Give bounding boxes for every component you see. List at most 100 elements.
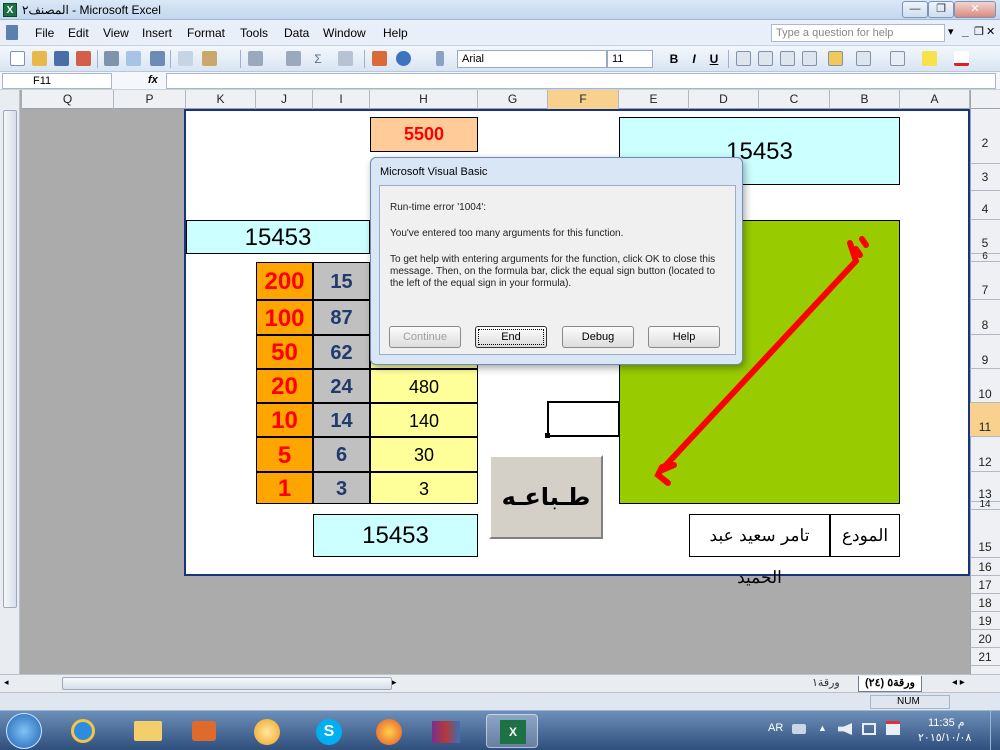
- count-cell[interactable]: 62: [313, 335, 370, 369]
- doc-minimize-button[interactable]: _: [962, 24, 969, 38]
- media-player-icon[interactable]: [178, 714, 230, 748]
- value-cell[interactable]: 480: [370, 369, 478, 403]
- row-header-12[interactable]: 12: [970, 437, 1000, 472]
- hyperlink-icon[interactable]: [286, 51, 301, 66]
- column-header-p[interactable]: P: [114, 90, 186, 109]
- row-header-16[interactable]: 16: [970, 558, 1000, 576]
- file-explorer-icon[interactable]: [122, 714, 174, 748]
- column-header-a[interactable]: A: [900, 90, 970, 109]
- row-header-9[interactable]: 9: [970, 335, 1000, 369]
- insert-function-icon[interactable]: fx: [148, 74, 158, 86]
- save-icon[interactable]: [54, 51, 69, 66]
- total-left-cell[interactable]: 15453: [186, 220, 370, 254]
- doc-restore-button[interactable]: ❐: [974, 25, 984, 38]
- value-cell[interactable]: 3: [370, 472, 478, 504]
- sheet-tab-active[interactable]: ورقة٥ (٢٤): [858, 676, 922, 692]
- help-icon[interactable]: [396, 51, 411, 66]
- help-search-input[interactable]: Type a question for help: [771, 24, 945, 42]
- borders-icon[interactable]: [890, 51, 905, 66]
- font-color-icon[interactable]: [954, 51, 969, 66]
- row-header-7[interactable]: 7: [970, 262, 1000, 300]
- continue-button[interactable]: Continue: [389, 326, 461, 348]
- column-header-c[interactable]: C: [759, 90, 830, 109]
- help-button[interactable]: Help: [648, 326, 720, 348]
- action-center-flag-icon[interactable]: [886, 721, 900, 735]
- underline-button[interactable]: U: [705, 50, 723, 68]
- total-bottom-cell[interactable]: 15453: [313, 514, 478, 557]
- ltr-direction-icon[interactable]: [856, 51, 871, 66]
- keyboard-icon[interactable]: [792, 724, 806, 734]
- menu-format[interactable]: Format: [187, 26, 225, 40]
- menu-edit[interactable]: Edit: [68, 26, 89, 40]
- count-cell[interactable]: 15: [313, 262, 370, 300]
- doc-close-button[interactable]: ✕: [986, 25, 995, 38]
- end-button[interactable]: End: [475, 326, 547, 348]
- count-cell[interactable]: 24: [313, 369, 370, 403]
- column-header-j[interactable]: J: [256, 90, 313, 109]
- header-top-cell[interactable]: 5500: [370, 117, 478, 152]
- row-header-17[interactable]: 17: [970, 576, 1000, 594]
- scroll-left-icon[interactable]: ◂: [4, 677, 9, 688]
- winrar-icon[interactable]: [420, 714, 472, 748]
- column-header-d[interactable]: D: [689, 90, 759, 109]
- vertical-scroll-thumb[interactable]: [3, 110, 17, 608]
- value-cell[interactable]: 140: [370, 403, 478, 437]
- show-hidden-icons[interactable]: ▲: [818, 723, 827, 733]
- network-icon[interactable]: [862, 723, 876, 735]
- denomination-cell[interactable]: 1: [256, 472, 313, 504]
- debug-button[interactable]: Debug: [562, 326, 634, 348]
- name-box[interactable]: F11: [2, 73, 112, 89]
- menu-insert[interactable]: Insert: [142, 26, 172, 40]
- toolbar-options-icon[interactable]: [436, 51, 444, 66]
- rtl-direction-icon[interactable]: [828, 51, 843, 66]
- merge-center-icon[interactable]: [802, 51, 817, 66]
- permission-icon[interactable]: [76, 51, 91, 66]
- count-cell[interactable]: 87: [313, 300, 370, 335]
- menu-data[interactable]: Data: [284, 26, 309, 40]
- help-dropdown-icon[interactable]: ▾: [948, 25, 954, 38]
- menu-view[interactable]: View: [103, 26, 129, 40]
- row-header-8[interactable]: 8: [970, 300, 1000, 335]
- select-all-corner[interactable]: [970, 90, 1000, 109]
- align-left-icon[interactable]: [736, 51, 751, 66]
- chart-wizard-icon[interactable]: [372, 51, 387, 66]
- column-header-i[interactable]: I: [313, 90, 370, 109]
- skype-icon[interactable]: S: [302, 714, 354, 748]
- count-cell[interactable]: 3: [313, 472, 370, 504]
- print-preview-icon[interactable]: [126, 51, 141, 66]
- minimize-button[interactable]: —: [902, 1, 928, 18]
- close-button[interactable]: ✕: [954, 1, 996, 18]
- print-button[interactable]: طـباعـه: [489, 455, 603, 539]
- menu-tools[interactable]: Tools: [240, 26, 268, 40]
- denomination-cell[interactable]: 100: [256, 300, 313, 335]
- value-cell[interactable]: 30: [370, 437, 478, 472]
- denomination-cell[interactable]: 10: [256, 403, 313, 437]
- clock-date[interactable]: ٢٠١٥/١٠/٠٨: [918, 731, 971, 744]
- column-header-e[interactable]: E: [619, 90, 689, 109]
- print-icon[interactable]: [104, 51, 119, 66]
- denomination-cell[interactable]: 50: [256, 335, 313, 369]
- row-header-15[interactable]: 15: [970, 510, 1000, 558]
- depositor-label-cell[interactable]: المودع: [830, 514, 900, 557]
- menu-help[interactable]: Help: [383, 26, 408, 40]
- row-header-20[interactable]: 20: [970, 630, 1000, 648]
- restore-button[interactable]: ❐: [928, 1, 954, 18]
- firefox-icon[interactable]: [362, 714, 414, 748]
- sheet-nav-icons[interactable]: ◂ ▸: [952, 677, 965, 688]
- denomination-cell[interactable]: 20: [256, 369, 313, 403]
- horizontal-scroll-thumb[interactable]: [62, 677, 392, 690]
- column-header-g[interactable]: G: [478, 90, 548, 109]
- row-header-2[interactable]: 2: [970, 109, 1000, 164]
- row-header-19[interactable]: 19: [970, 612, 1000, 630]
- language-indicator[interactable]: AR: [768, 722, 783, 734]
- row-header-13[interactable]: 13: [970, 472, 1000, 502]
- scroll-right-icon[interactable]: ▸: [392, 677, 397, 688]
- row-header-10[interactable]: 10: [970, 369, 1000, 403]
- autosum-button[interactable]: Σ: [309, 50, 327, 68]
- font-name-select[interactable]: Arial: [457, 50, 607, 68]
- menu-file[interactable]: File: [35, 26, 54, 40]
- column-header-q[interactable]: Q: [22, 90, 114, 109]
- fill-handle[interactable]: [545, 433, 550, 438]
- count-cell[interactable]: 14: [313, 403, 370, 437]
- depositor-name-cell[interactable]: تامر سعيد عبد الحميد: [689, 514, 830, 588]
